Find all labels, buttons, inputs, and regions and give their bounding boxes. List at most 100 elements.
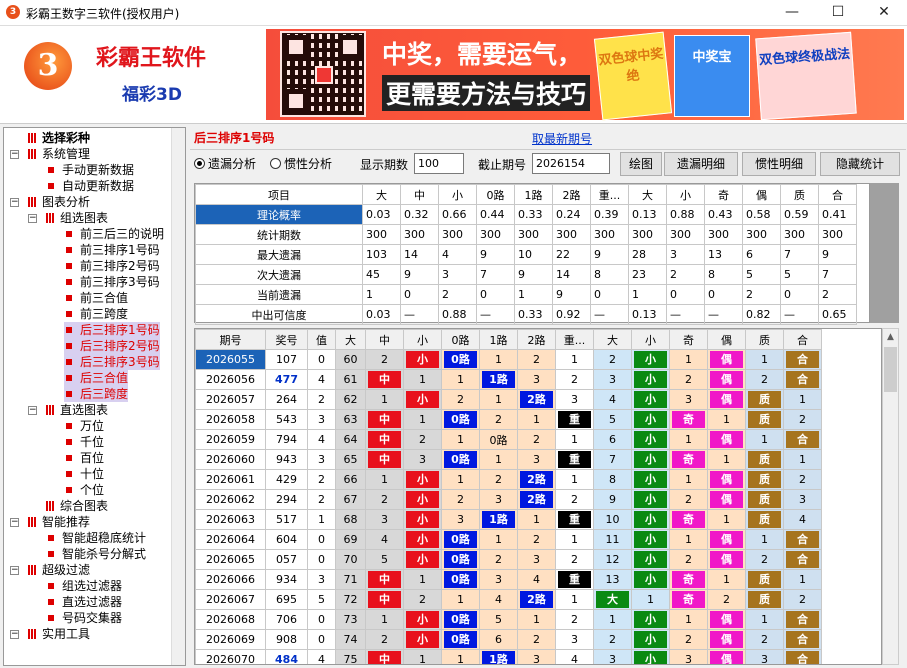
tree-item[interactable]: 前三排序3号码 (64, 274, 160, 290)
tree-item[interactable]: 自动更新数据 (46, 178, 134, 194)
get-latest-issue-link[interactable]: 取最新期号 (532, 130, 592, 147)
grid-row[interactable]: 2026068 706 0 73 1 小 0路 5 1 2 1 小 1 偶 1 合 (195, 609, 822, 630)
tree-item[interactable]: 智能杀号分解式 (46, 546, 146, 562)
end-issue-input[interactable]: 2026154 (532, 153, 610, 174)
missing-detail-button[interactable]: 遗漏明细 (664, 152, 738, 176)
grid-cell: 66 (335, 469, 366, 490)
radio-missing-analysis[interactable]: 遗漏分析 (194, 155, 256, 172)
grid-hit-mark: 小 (634, 571, 667, 588)
show-count-input[interactable]: 100 (414, 153, 464, 174)
tree-item[interactable]: 综合图表 (46, 498, 108, 514)
grid-cell: 中 (365, 369, 404, 390)
stats-cell: 2 (666, 264, 705, 285)
tree-item[interactable]: 智能超稳底统计 (46, 530, 146, 546)
inertia-detail-button[interactable]: 惯性明细 (742, 152, 816, 176)
grid-cell: 1 (441, 469, 480, 490)
tree-item[interactable]: 后三合值 (64, 370, 129, 386)
tree-item[interactable]: 系统管理 (28, 146, 90, 162)
stats-row-label: 最大遗漏 (195, 244, 363, 265)
grid-row[interactable]: 2026060 943 3 65 中 3 0路 1 3 重 7 小奇 1 质 1 (195, 449, 822, 470)
stats-header: 重... (590, 184, 629, 205)
grid-scrollbar[interactable]: ▲ (882, 328, 899, 665)
maximize-button[interactable]: ☐ (815, 0, 861, 26)
radio-inertia-label: 惯性分析 (284, 157, 333, 171)
tree-item[interactable]: 后三排序1号码 (64, 322, 160, 338)
hide-stats-button[interactable]: 隐藏统计 (820, 152, 900, 176)
tree-item[interactable]: 后三排序2号码 (64, 338, 160, 354)
grid-cell: 1 (403, 569, 442, 590)
grid-cell: 69 (335, 529, 366, 550)
tree-item[interactable]: 前三后三的说明 (64, 226, 164, 242)
scroll-up-icon[interactable]: ▲ (883, 329, 898, 345)
tree-item[interactable]: 超级过滤 (28, 562, 90, 578)
tree-item[interactable]: 组选图表 (46, 210, 108, 226)
grid-row[interactable]: 2026057 264 2 62 1 小 2 1 2路 3 4 小 3 偶质 1 (195, 389, 822, 410)
tree-item[interactable]: 号码交集器 (46, 610, 122, 626)
grid-cell: 4 (555, 649, 594, 664)
tree-item[interactable]: 前三排序1号码 (64, 242, 160, 258)
grid-hit-mark: 中 (368, 571, 401, 588)
grid-row[interactable]: 2026070 484 4 75 中 1 1 1路 3 4 3 小 3 偶 3 合 (195, 649, 822, 664)
ad-banner[interactable]: 中奖，需要运气， 更需要方法与技巧 双色球中奖绝 中奖宝 双色球终极战法 (266, 29, 904, 121)
tree-expander-icon[interactable]: − (10, 198, 19, 207)
tree-item[interactable]: 后三跨度 (64, 386, 129, 402)
tree-item[interactable]: 千位 (64, 434, 104, 450)
tree-item[interactable]: 前三排序2号码 (64, 258, 160, 274)
grid-row[interactable]: 2026069 908 0 74 2 小 0路 6 2 3 2 小 2 偶 2 合 (195, 629, 822, 650)
tree-expander-icon[interactable]: − (10, 150, 19, 159)
tree-expander-icon[interactable]: − (10, 630, 19, 639)
tree-item[interactable]: 直选图表 (46, 402, 108, 418)
grid-row[interactable]: 2026064 604 0 69 4 小 0路 1 2 1 11 小 1 偶 1 合 (195, 529, 822, 550)
tree-item[interactable]: 直选过滤器 (46, 594, 122, 610)
tree-expander-icon[interactable]: − (28, 406, 37, 415)
folder-node-icon (28, 565, 36, 575)
grid-row[interactable]: 2026065 057 0 70 5 小 0路 2 3 2 12 小 2 偶 2 合 (195, 549, 822, 570)
grid-cell: 9 (593, 489, 632, 510)
tree-item[interactable]: 组选过滤器 (46, 578, 122, 594)
grid-row[interactable]: 2026066 934 3 71 中 1 0路 3 4 重 13 小奇 1 质 1 (195, 569, 822, 590)
grid-cell: 小 (403, 549, 442, 570)
grid-cell: 1 (441, 589, 480, 610)
draw-button[interactable]: 绘图 (620, 152, 662, 176)
tree-item[interactable]: 前三跨度 (64, 306, 128, 322)
tree-item[interactable]: 智能推荐 (28, 514, 90, 530)
grid-cell: 2026064 (195, 529, 266, 550)
radio-off-icon (270, 158, 281, 169)
grid-cell: 2026057 (195, 389, 266, 410)
tree-expander-icon[interactable]: − (10, 518, 19, 527)
tree-item[interactable]: 图表分析 (28, 194, 90, 210)
grid-cell: 0路 (441, 549, 480, 570)
grid-row[interactable]: 2026058 543 3 63 中 1 0路 2 1 重 5 小奇 1 质 2 (195, 409, 822, 430)
tree-expander-icon[interactable]: − (28, 214, 37, 223)
close-button[interactable]: ✕ (861, 0, 907, 26)
tree-item[interactable]: 手动更新数据 (46, 162, 134, 178)
tree-item[interactable]: 前三合值 (64, 290, 128, 306)
leaf-node-icon (66, 439, 72, 445)
tree-item[interactable]: 万位 (64, 418, 104, 434)
grid-row[interactable]: 2026056 477 4 61 中 1 1 1路 3 2 3 小 2 偶 2 合 (195, 369, 822, 390)
stats-cell: 23 (628, 264, 667, 285)
grid-row[interactable]: 2026062 294 2 67 2 小 2 3 2路 2 9 小 2 偶质 3 (195, 489, 822, 510)
minimize-button[interactable]: — (769, 0, 815, 26)
stats-cell: 3 (666, 244, 705, 265)
stats-cell: 6 (742, 244, 781, 265)
grid-row[interactable]: 2026063 517 1 68 3 小 3 1路 1 重 10 小奇 1 质 4 (195, 509, 822, 530)
tree-item[interactable]: 百位 (64, 450, 104, 466)
scroll-thumb[interactable] (884, 347, 897, 392)
grid-cell: 小 (631, 369, 670, 390)
tree-item[interactable]: 选择彩种 (28, 130, 90, 146)
tree-scrollbar[interactable] (171, 128, 185, 665)
tree-item[interactable]: 后三排序3号码 (64, 354, 160, 370)
grid-row[interactable]: 2026061 429 2 66 1 小 1 2 2路 1 8 小 1 偶质 2 (195, 469, 822, 490)
tree-item[interactable]: 实用工具 (28, 626, 90, 642)
stats-cell: 9 (514, 264, 553, 285)
grid-row[interactable]: 2026067 695 5 72 中 2 1 4 2路 1 大 1 奇 2 质 2 (195, 589, 822, 610)
radio-inertia-analysis[interactable]: 惯性分析 (270, 155, 332, 172)
stats-row-label: 统计期数 (195, 224, 363, 245)
tree-expander-icon[interactable]: − (10, 566, 19, 575)
grid-row[interactable]: 2026059 794 4 64 中 2 1 0路 2 1 6 小 1 偶 1 合 (195, 429, 822, 450)
grid-row[interactable]: 2026055 107 0 60 2 小 0路 1 2 1 2 小 1 偶 1 合 (195, 349, 822, 370)
tree-item[interactable]: 十位 (64, 466, 104, 482)
stats-cell: 22 (552, 244, 591, 265)
tree-item[interactable]: 个位 (64, 482, 104, 498)
